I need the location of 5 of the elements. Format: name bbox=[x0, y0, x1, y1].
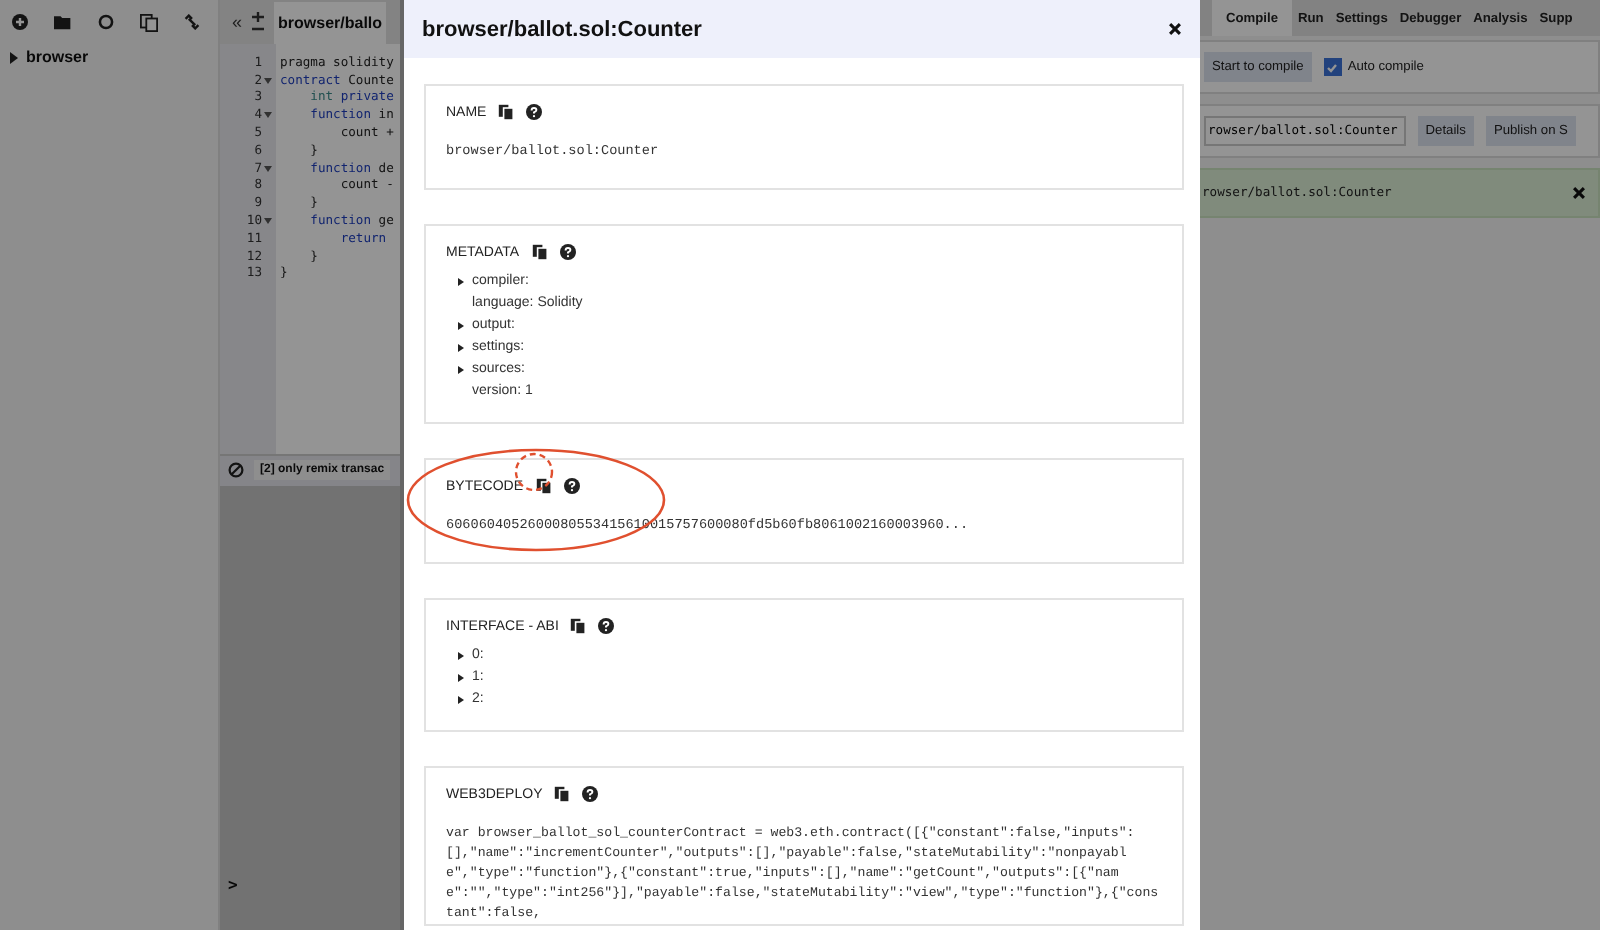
terminal-prompt: > bbox=[228, 876, 238, 894]
folder-item[interactable]: browser bbox=[0, 44, 218, 70]
file-tab[interactable]: browser/ballo bbox=[274, 1, 387, 43]
collapse-button[interactable]: « bbox=[232, 12, 243, 32]
dialog-title: browser/ballot.sol:Counter bbox=[422, 17, 702, 41]
